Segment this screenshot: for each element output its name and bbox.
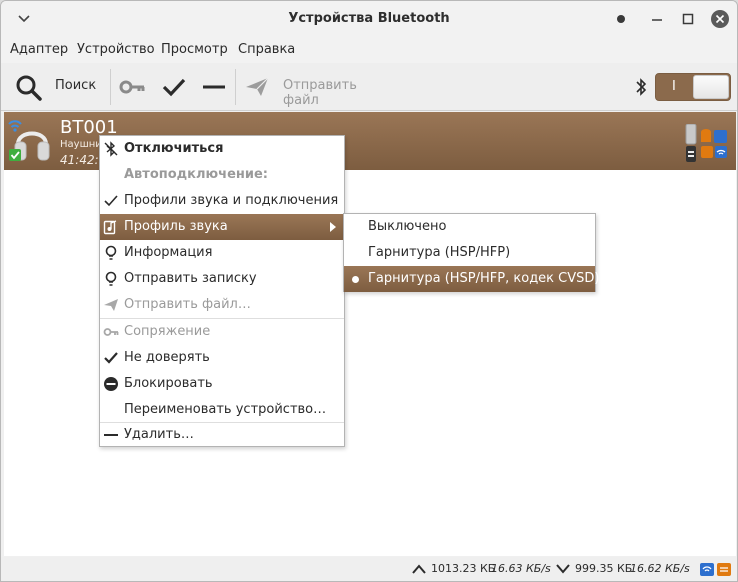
menu-adapter[interactable]: Адаптер: [10, 42, 68, 57]
menu-item-label: Переименовать устройство…: [124, 402, 327, 417]
menu-item-pairing: Сопряжение: [100, 319, 344, 345]
device-context-menu: Отключиться Автоподключение: Профили зву…: [99, 135, 345, 447]
check-icon: [104, 195, 118, 207]
trust-check-icon[interactable]: [161, 76, 187, 98]
toolbar: Поиск Отправить файл I: [1, 63, 737, 111]
submenu-item-headset-hsp-hfp[interactable]: Гарнитура (HSP/HFP): [344, 240, 595, 266]
device-time: 41:42:: [60, 153, 99, 167]
toolbar-separator: [235, 69, 236, 105]
block-icon: [104, 377, 118, 391]
upload-rate: 16.63 КБ/s: [491, 562, 551, 575]
menu-item-label: Автоподключение:: [124, 167, 268, 182]
menu-item-label: Профили звука и подключения: [124, 193, 339, 208]
status-indicator-icons: [700, 563, 731, 576]
toolbar-separator: [110, 69, 111, 105]
minimize-icon[interactable]: [646, 9, 668, 29]
submenu-item-label: Гарнитура (HSP/HFP): [368, 245, 511, 260]
menu-item-label: Отправить файл…: [124, 297, 251, 312]
bluetooth-power-switch[interactable]: I: [655, 73, 731, 101]
lightbulb-icon: [105, 245, 117, 260]
submenu-item-label: Гарнитура (HSP/HFP, кодек CVSD): [368, 271, 600, 286]
send-icon: [246, 77, 269, 96]
menu-device[interactable]: Устройство: [77, 42, 155, 57]
submenu-item-headset-cvsd[interactable]: Гарнитура (HSP/HFP, кодек CVSD): [344, 266, 599, 292]
menu-item-label: Информация: [124, 245, 213, 260]
sticky-dot-icon[interactable]: [610, 9, 632, 29]
menu-help[interactable]: Справка: [238, 42, 295, 57]
device-status-icons: [685, 124, 727, 162]
minus-icon: [104, 434, 118, 436]
menu-item-send-note[interactable]: Отправить записку: [100, 266, 344, 292]
download-rate: 16.62 КБ/s: [630, 562, 690, 575]
menu-item-autoconnect-header: Автоподключение:: [100, 162, 344, 188]
menu-bar: Адаптер Устройство Просмотр Справка: [1, 37, 737, 63]
send-file-label: Отправить файл: [283, 78, 357, 108]
search-icon: [16, 75, 42, 101]
remove-minus-icon[interactable]: [201, 76, 227, 98]
status-bar: 1013.23 КБ 16.63 КБ/s 999.35 КБ 16.62 КБ…: [1, 557, 737, 581]
key-icon: [103, 328, 119, 336]
menu-item-rename[interactable]: Переименовать устройство…: [100, 397, 344, 423]
submenu-item-label: Выключено: [368, 219, 447, 234]
switch-knob[interactable]: [693, 75, 729, 99]
close-icon[interactable]: [709, 8, 731, 30]
search-label: Поиск: [55, 78, 97, 93]
menu-item-block[interactable]: Блокировать: [100, 371, 344, 397]
check-icon: [104, 352, 118, 364]
send-file-button[interactable]: Отправить файл: [241, 63, 391, 111]
submenu-arrow-icon: [330, 222, 336, 232]
title-bar: Устройства Bluetooth: [1, 1, 737, 37]
submenu-item-off[interactable]: Выключено: [344, 214, 595, 240]
menu-item-audio-and-connection-profiles[interactable]: Профили звука и подключения: [100, 188, 344, 214]
key-icon[interactable]: [119, 77, 147, 97]
maximize-icon[interactable]: [677, 9, 699, 29]
upload-arrow-icon: [412, 564, 426, 574]
headphones-icon: [8, 120, 50, 161]
menu-item-label: Блокировать: [124, 376, 213, 391]
audio-profile-submenu: Выключено Гарнитура (HSP/HFP) Гарнитура …: [343, 213, 599, 292]
menu-item-label: Отправить записку: [124, 271, 257, 286]
radio-selected-icon: [352, 276, 359, 283]
menu-view[interactable]: Просмотр: [161, 42, 228, 57]
bluetooth-icon: [636, 78, 647, 96]
menu-item-audio-profile[interactable]: Профиль звука: [100, 214, 344, 240]
menu-item-label: Не доверять: [124, 350, 210, 365]
menu-item-untrust[interactable]: Не доверять: [100, 345, 344, 371]
menu-item-send-file: Отправить файл…: [100, 292, 344, 318]
search-button[interactable]: Поиск: [7, 63, 107, 111]
menu-item-info[interactable]: Информация: [100, 240, 344, 266]
switch-on-label: I: [672, 79, 676, 94]
bluetooth-off-icon: [104, 141, 118, 157]
menu-item-label: Профиль звука: [124, 219, 228, 234]
upload-total: 1013.23 КБ: [431, 562, 496, 575]
device-subtitle: Наушни: [60, 139, 102, 150]
send-icon: [104, 299, 118, 311]
menu-item-disconnect[interactable]: Отключиться: [100, 136, 344, 162]
lightbulb-icon: [105, 271, 117, 286]
menu-item-label: Удалить…: [124, 427, 194, 442]
menu-item-remove[interactable]: Удалить…: [100, 422, 344, 448]
audio-profile-icon: [103, 220, 117, 235]
download-total: 999.35 КБ: [575, 562, 633, 575]
menu-item-label: Сопряжение: [124, 324, 211, 339]
download-arrow-icon: [556, 564, 570, 574]
menu-item-label: Отключиться: [124, 141, 224, 156]
